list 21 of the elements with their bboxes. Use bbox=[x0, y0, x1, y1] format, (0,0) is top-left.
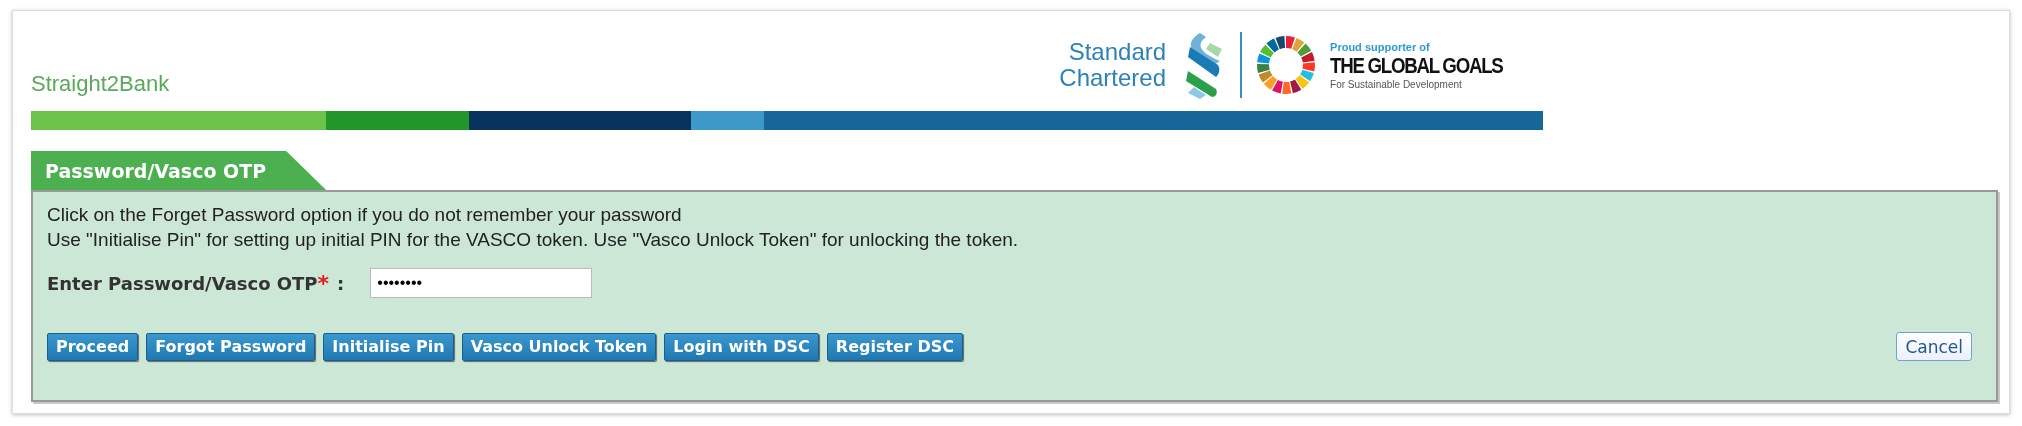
instruction-text: Click on the Forget Password option if you do not remember your password bbox=[47, 203, 683, 227]
password-field[interactable]: •••••••• bbox=[370, 268, 593, 298]
supporter-caption: Proud supporter of bbox=[1330, 40, 1431, 53]
brand-name: Standard bbox=[1068, 39, 1167, 65]
goals-wheel-icon bbox=[1256, 35, 1317, 95]
brand-name: Chartered bbox=[1059, 65, 1167, 91]
app-title: Straight2Bank bbox=[31, 71, 170, 97]
required-mark: * bbox=[317, 270, 330, 296]
action-button[interactable]: Initialise Pin bbox=[323, 332, 454, 361]
action-button[interactable]: Register DSC bbox=[826, 332, 963, 361]
instruction-text: Use "Initialise Pin" for setting up initial PIN for the VASCO token. Use "Vasco Unlock Token" for unlocking the token. bbox=[47, 228, 1020, 252]
label-colon: : bbox=[337, 272, 345, 294]
goals-title: THE GLOBAL GOALS bbox=[1330, 52, 1503, 79]
action-button[interactable]: Forgot Password bbox=[146, 332, 316, 361]
action-button[interactable]: Login with DSC bbox=[664, 332, 819, 361]
cancel-button[interactable]: Cancel bbox=[1896, 332, 1972, 361]
action-button[interactable]: Vasco Unlock Token bbox=[461, 332, 657, 361]
field-label: Enter Password/Vasco OTP bbox=[47, 272, 318, 294]
action-button[interactable]: Proceed bbox=[47, 332, 139, 361]
section-tab[interactable]: Password/Vasco OTP bbox=[31, 151, 327, 190]
goals-subtitle: For Sustainable Development bbox=[1330, 78, 1463, 90]
